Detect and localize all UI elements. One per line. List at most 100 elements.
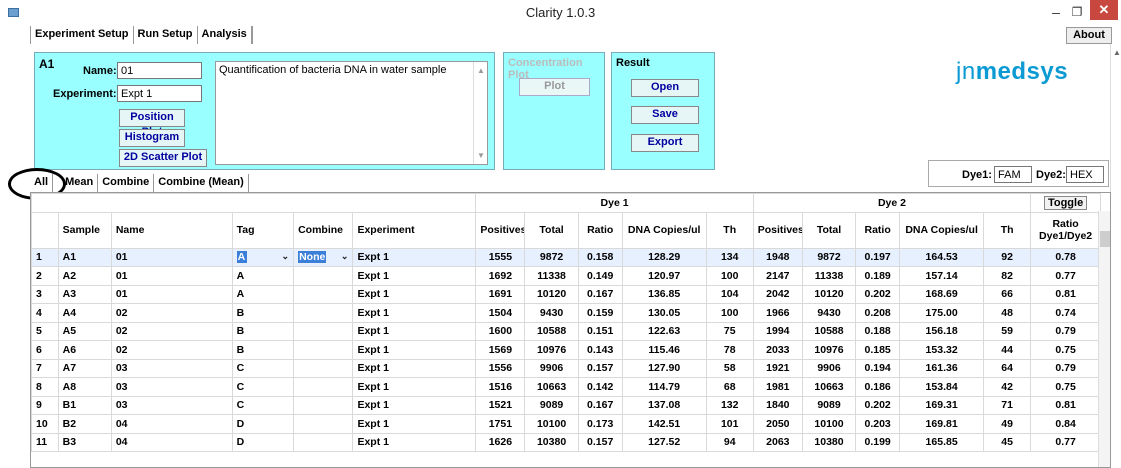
cell-sample[interactable]: B1 <box>57 395 112 415</box>
concentration-plot-button[interactable]: Plot <box>519 78 590 96</box>
maximize-button[interactable]: ❐ <box>1067 2 1087 22</box>
scroll-up-icon[interactable]: ▲ <box>477 66 485 75</box>
cell-dye1-dna-copies[interactable]: 142.51 <box>621 414 707 434</box>
minimize-button[interactable]: ‒ <box>1046 2 1066 22</box>
cell-name[interactable]: 04 <box>110 414 233 434</box>
cell-dye1-positives[interactable]: 1692 <box>475 266 526 286</box>
cell-dye2-ratio[interactable]: 0.199 <box>855 432 901 452</box>
cell-ratio-dye1-dye2[interactable]: 0.81 <box>1030 395 1101 415</box>
col-header-dye2-th[interactable]: Th <box>983 211 1032 249</box>
cell-combine[interactable] <box>293 284 354 304</box>
cell-dye1-th[interactable]: 104 <box>705 284 754 304</box>
cell-dye1-positives[interactable]: 1600 <box>475 321 526 341</box>
scroll-down-icon[interactable]: ▼ <box>477 151 485 160</box>
table-row[interactable]: 9 B1 03 C Expt 1 1521 9089 0.167 137.08 132 1840 90… <box>31 395 1101 415</box>
cell-experiment[interactable]: Expt 1 <box>352 377 477 397</box>
cell-name[interactable]: 04 <box>110 432 233 452</box>
cell-dye1-th[interactable]: 132 <box>705 395 754 415</box>
cell-dye1-ratio[interactable]: 0.158 <box>577 247 623 267</box>
table-row[interactable]: 1 A1 01 A ⌄ None ⌄ Expt 1 1555 9872 0.158 128.29 134… <box>31 247 1101 267</box>
col-header-dye1-th[interactable]: Th <box>705 211 754 249</box>
cell-sample[interactable]: A2 <box>57 266 112 286</box>
cell-tag[interactable]: A <box>231 266 295 286</box>
cell-dye2-ratio[interactable]: 0.202 <box>855 395 901 415</box>
cell-dye2-positives[interactable]: 1966 <box>752 303 803 323</box>
cell-dye2-th[interactable]: 71 <box>983 395 1032 415</box>
open-button[interactable]: Open <box>631 79 699 97</box>
cell-name[interactable]: 03 <box>110 395 233 415</box>
cell-tag[interactable]: B <box>231 321 295 341</box>
cell-dye2-total[interactable]: 9430 <box>801 303 857 323</box>
cell-name[interactable]: 01 <box>110 247 233 267</box>
name-field[interactable]: 01 <box>117 62 202 79</box>
cell-ratio-dye1-dye2[interactable]: 0.74 <box>1030 303 1101 323</box>
cell-dye1-positives[interactable]: 1556 <box>475 358 526 378</box>
cell-ratio-dye1-dye2[interactable]: 0.78 <box>1030 247 1101 267</box>
cell-experiment[interactable]: Expt 1 <box>352 414 477 434</box>
cell-dye1-th[interactable]: 134 <box>705 247 754 267</box>
cell-dye2-positives[interactable]: 2050 <box>752 414 803 434</box>
dye1-field[interactable]: FAM <box>994 166 1032 183</box>
cell-dye2-total[interactable]: 11338 <box>801 266 857 286</box>
cell-dye1-dna-copies[interactable]: 127.52 <box>621 432 707 452</box>
tab-run-setup[interactable]: Run Setup <box>133 26 198 44</box>
cell-dye2-th[interactable]: 45 <box>983 432 1032 452</box>
cell-dye1-ratio[interactable]: 0.159 <box>577 303 623 323</box>
cell-dye1-total[interactable]: 10120 <box>524 284 579 304</box>
table-row[interactable]: 2 A2 01 A Expt 1 1692 11338 0.149 120.97 100 2147 1… <box>31 266 1101 286</box>
cell-dye1-th[interactable]: 78 <box>705 340 754 360</box>
cell-experiment[interactable]: Expt 1 <box>352 395 477 415</box>
cell-dye1-positives[interactable]: 1555 <box>475 247 526 267</box>
cell-dye1-dna-copies[interactable]: 115.46 <box>621 340 707 360</box>
cell-dye2-total[interactable]: 10976 <box>801 340 857 360</box>
cell-dye1-positives[interactable]: 1691 <box>475 284 526 304</box>
cell-ratio-dye1-dye2[interactable]: 0.84 <box>1030 414 1101 434</box>
cell-dye2-positives[interactable]: 2147 <box>752 266 803 286</box>
table-row[interactable]: 5 A5 02 B Expt 1 1600 10588 0.151 122.63 75 1994 10… <box>31 321 1101 341</box>
table-row[interactable]: 10 B2 04 D Expt 1 1751 10100 0.173 142.51 101 2050… <box>31 414 1101 434</box>
cell-dye2-dna-copies[interactable]: 156.18 <box>899 321 985 341</box>
cell-dye2-positives[interactable]: 1921 <box>752 358 803 378</box>
cell-sample[interactable]: A3 <box>57 284 112 304</box>
cell-dye1-total[interactable]: 10100 <box>524 414 579 434</box>
cell-dye1-ratio[interactable]: 0.167 <box>577 284 623 304</box>
cell-dye2-positives[interactable]: 2033 <box>752 340 803 360</box>
cell-dye2-total[interactable]: 10100 <box>801 414 857 434</box>
cell-dye1-dna-copies[interactable]: 128.29 <box>621 247 707 267</box>
cell-dye1-total[interactable]: 11338 <box>524 266 579 286</box>
cell-sample[interactable]: A1 <box>57 247 112 267</box>
cell-dye2-total[interactable]: 9089 <box>801 395 857 415</box>
grid-scroll-thumb[interactable] <box>1100 231 1110 247</box>
cell-dye2-dna-copies[interactable]: 168.69 <box>899 284 985 304</box>
cell-dye2-ratio[interactable]: 0.208 <box>855 303 901 323</box>
cell-dye1-total[interactable]: 9089 <box>524 395 579 415</box>
col-header-dye2-dna-copies[interactable]: DNA Copies/ul <box>899 211 985 249</box>
table-row[interactable]: 6 A6 02 B Expt 1 1569 10976 0.143 115.46 78 2033 10… <box>31 340 1101 360</box>
cell-dye2-th[interactable]: 92 <box>983 247 1032 267</box>
cell-dye1-total[interactable]: 9430 <box>524 303 579 323</box>
tab-combine-mean[interactable]: Combine (Mean) <box>154 174 249 192</box>
col-header-dye1-total[interactable]: Total <box>524 211 579 249</box>
cell-dye1-ratio[interactable]: 0.173 <box>577 414 623 434</box>
cell-tag[interactable]: A <box>231 284 295 304</box>
cell-combine[interactable] <box>293 395 354 415</box>
cell-dye2-total[interactable]: 9872 <box>801 247 857 267</box>
cell-dye2-th[interactable]: 64 <box>983 358 1032 378</box>
cell-sample[interactable]: A5 <box>57 321 112 341</box>
cell-dye2-ratio[interactable]: 0.197 <box>855 247 901 267</box>
cell-combine[interactable]: None ⌄ <box>293 247 354 267</box>
cell-sample[interactable]: A7 <box>57 358 112 378</box>
tag-select[interactable]: A <box>236 251 247 264</box>
cell-dye1-total[interactable]: 10663 <box>524 377 579 397</box>
cell-dye1-total[interactable]: 10976 <box>524 340 579 360</box>
cell-dye1-dna-copies[interactable]: 122.63 <box>621 321 707 341</box>
cell-dye1-ratio[interactable]: 0.143 <box>577 340 623 360</box>
cell-experiment[interactable]: Expt 1 <box>352 266 477 286</box>
cell-dye2-dna-copies[interactable]: 169.81 <box>899 414 985 434</box>
export-button[interactable]: Export <box>631 134 699 152</box>
cell-dye2-positives[interactable]: 1948 <box>752 247 803 267</box>
cell-dye2-th[interactable]: 82 <box>983 266 1032 286</box>
cell-combine[interactable] <box>293 340 354 360</box>
about-button[interactable]: About <box>1066 27 1112 44</box>
cell-experiment[interactable]: Expt 1 <box>352 340 477 360</box>
